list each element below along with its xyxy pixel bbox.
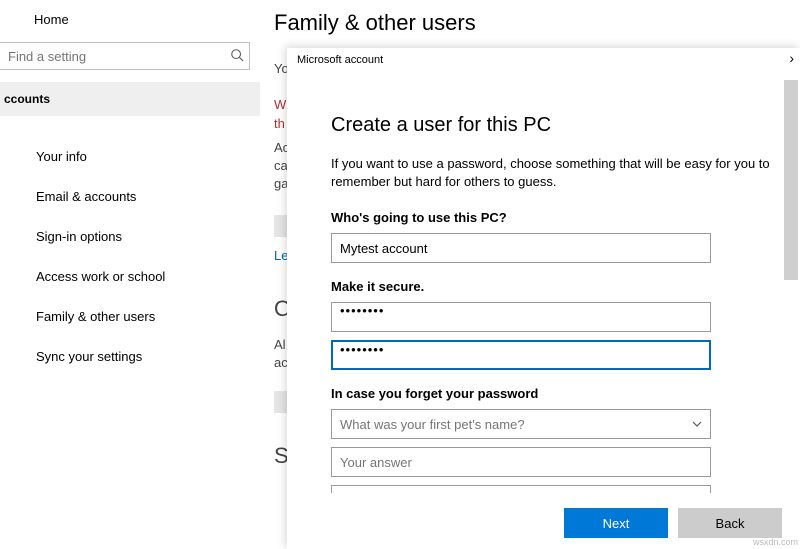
- forget-label: In case you forget your password: [331, 386, 800, 401]
- nav-label: Sign-in options: [36, 229, 122, 244]
- sidebar-item-email-accounts[interactable]: Email & accounts: [0, 176, 260, 216]
- search-wrap: [0, 42, 260, 70]
- nav-label: Family & other users: [36, 309, 155, 324]
- secure-label: Make it secure.: [331, 279, 800, 294]
- partial-input[interactable]: [331, 485, 711, 493]
- scrollbar-thumb[interactable]: [784, 80, 798, 280]
- next-button[interactable]: Next: [564, 508, 668, 538]
- sidebar-item-sync-settings[interactable]: Sync your settings: [0, 336, 260, 376]
- dialog-footer: Next Back: [287, 497, 800, 549]
- home-nav[interactable]: Home: [0, 0, 260, 38]
- nav-list: Your info Email & accounts Sign-in optio…: [0, 136, 260, 376]
- sidebar-item-your-info[interactable]: Your info: [0, 136, 260, 176]
- dialog-description: If you want to use a password, choose so…: [331, 155, 781, 190]
- sidebar-item-family-other-users[interactable]: Family & other users: [0, 296, 260, 336]
- select-placeholder: What was your first pet's name?: [340, 417, 525, 432]
- security-answer-input[interactable]: [331, 447, 711, 477]
- page-title: Family & other users: [274, 10, 800, 36]
- who-label: Who's going to use this PC?: [331, 210, 800, 225]
- chevron-down-icon: [692, 419, 702, 430]
- section-header-accounts: ccounts: [0, 82, 260, 116]
- sidebar-item-sign-in-options[interactable]: Sign-in options: [0, 216, 260, 256]
- username-input[interactable]: [331, 233, 711, 263]
- close-icon[interactable]: ›: [789, 50, 794, 66]
- security-question-select[interactable]: What was your first pet's name?: [331, 409, 711, 439]
- home-label: Home: [34, 12, 69, 27]
- password-input[interactable]: ••••••••: [331, 302, 711, 332]
- dialog-titlebar: Microsoft account ›: [287, 48, 800, 72]
- sidebar-item-access-work-school[interactable]: Access work or school: [0, 256, 260, 296]
- watermark: wsxdn.com: [753, 537, 798, 547]
- nav-label: Sync your settings: [36, 349, 142, 364]
- search-input[interactable]: [0, 42, 250, 70]
- nav-label: Your info: [36, 149, 87, 164]
- nav-label: Access work or school: [36, 269, 165, 284]
- settings-sidebar: Home ccounts Your info Email & accounts …: [0, 0, 260, 549]
- confirm-password-input[interactable]: ••••••••: [331, 340, 711, 370]
- search-icon: [230, 48, 244, 65]
- dialog-title: Microsoft account: [297, 54, 383, 66]
- back-button[interactable]: Back: [678, 508, 782, 538]
- create-user-dialog: Microsoft account › Create a user for th…: [287, 48, 800, 549]
- nav-label: Email & accounts: [36, 189, 136, 204]
- dialog-heading: Create a user for this PC: [331, 114, 800, 137]
